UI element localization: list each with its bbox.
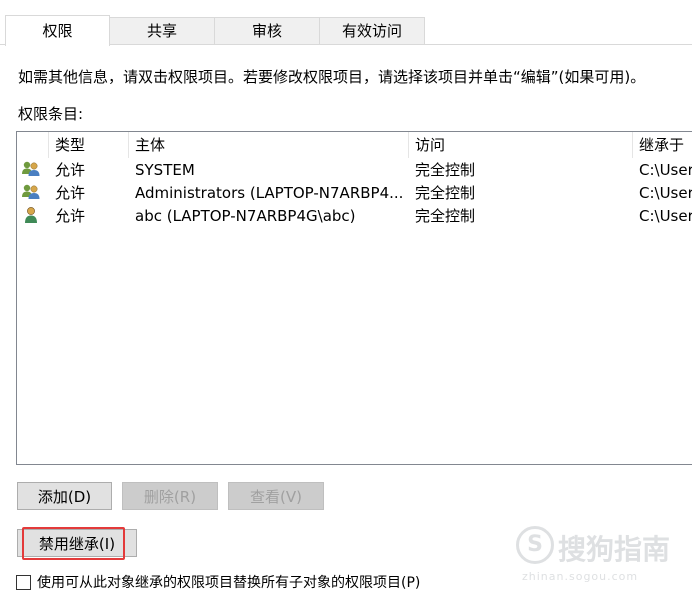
replace-child-permissions-label: 使用可从此对象继承的权限项目替换所有子对象的权限项目(P): [37, 575, 421, 591]
replace-child-permissions-checkbox[interactable]: [16, 575, 31, 590]
add-button[interactable]: 添加(D): [17, 482, 112, 510]
group-user-icon: [21, 182, 45, 205]
row-access: 完全控制: [415, 184, 476, 202]
row-type: 允许: [55, 184, 86, 202]
view-button[interactable]: 查看(V): [228, 482, 324, 510]
permission-entries-label: 权限条目:: [18, 105, 84, 123]
row-principal: abc (LAPTOP-N7ARBP4G\abc): [135, 207, 356, 225]
table-row[interactable]: 允许 abc (LAPTOP-N7ARBP4G\abc) 完全控制 C:\Use…: [17, 205, 692, 228]
watermark-url: zhinan.sogou.com: [522, 570, 639, 583]
row-access: 完全控制: [415, 207, 476, 225]
list-header: 类型 主体 访问 继承于: [17, 132, 692, 158]
column-header-type[interactable]: 类型: [49, 132, 129, 158]
column-header-icon[interactable]: [17, 132, 49, 158]
watermark-text: 搜狗指南: [558, 533, 671, 566]
table-row[interactable]: 允许 Administrators (LAPTOP-N7ARBP4... 完全控…: [17, 182, 692, 205]
column-header-inherited-from[interactable]: 继承于: [633, 132, 692, 158]
single-user-icon: [21, 205, 45, 228]
table-row[interactable]: 允许 SYSTEM 完全控制 C:\Users: [17, 159, 692, 182]
tab-strip: 权限 共享 审核 有效访问: [0, 0, 692, 46]
column-header-access[interactable]: 访问: [409, 132, 633, 158]
row-access: 完全控制: [415, 161, 476, 179]
row-inherited-from: C:\Users: [639, 207, 692, 225]
row-inherited-from: C:\Users: [639, 184, 692, 202]
sogou-watermark: S 搜狗指南 zhinan.sogou.com: [512, 524, 682, 594]
row-principal: SYSTEM: [135, 161, 195, 179]
row-type: 允许: [55, 161, 86, 179]
disable-inheritance-button[interactable]: 禁用继承(I): [17, 529, 137, 557]
tab-permissions[interactable]: 权限: [5, 15, 110, 46]
row-type: 允许: [55, 207, 86, 225]
tab-sharing[interactable]: 共享: [109, 17, 215, 44]
group-user-icon: [21, 159, 45, 182]
tab-effective-access[interactable]: 有效访问: [319, 17, 425, 44]
row-inherited-from: C:\Users: [639, 161, 692, 179]
column-header-principal[interactable]: 主体: [129, 132, 409, 158]
info-text: 如需其他信息，请双击权限项目。若要修改权限项目，请选择该项目并单击“编辑”(如果…: [18, 68, 646, 86]
sogou-logo-icon: S: [516, 526, 554, 564]
row-principal: Administrators (LAPTOP-N7ARBP4...: [135, 184, 404, 202]
tab-auditing[interactable]: 审核: [214, 17, 320, 44]
permission-entries-list[interactable]: 类型 主体 访问 继承于 允许 SYSTEM 完全控制 C:\Users: [16, 131, 692, 465]
remove-button[interactable]: 删除(R): [122, 482, 218, 510]
